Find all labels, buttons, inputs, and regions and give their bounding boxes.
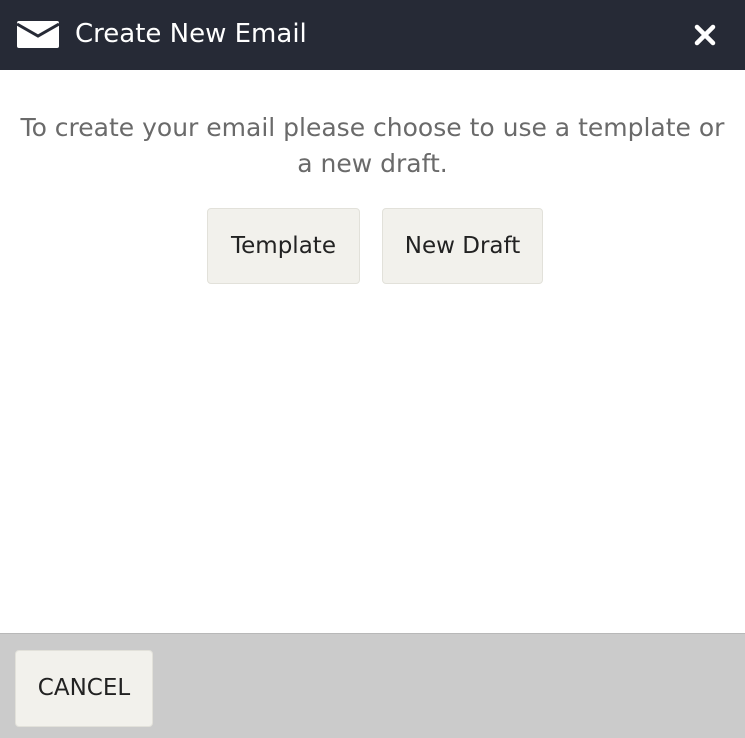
new-draft-button[interactable]: New Draft <box>382 208 543 284</box>
dialog-footer: CANCEL <box>0 633 745 738</box>
instruction-message: To create your email please choose to us… <box>20 113 725 178</box>
close-icon[interactable] <box>690 20 720 50</box>
dialog-title: Create New Email <box>75 19 307 49</box>
dialog-header: Create New Email <box>0 0 745 70</box>
template-button[interactable]: Template <box>207 208 360 284</box>
cancel-button[interactable]: CANCEL <box>15 650 153 727</box>
envelope-icon <box>17 21 59 48</box>
dialog-body: To create your email please choose to us… <box>0 70 745 633</box>
create-email-dialog: Create New Email To create your email pl… <box>0 0 745 738</box>
